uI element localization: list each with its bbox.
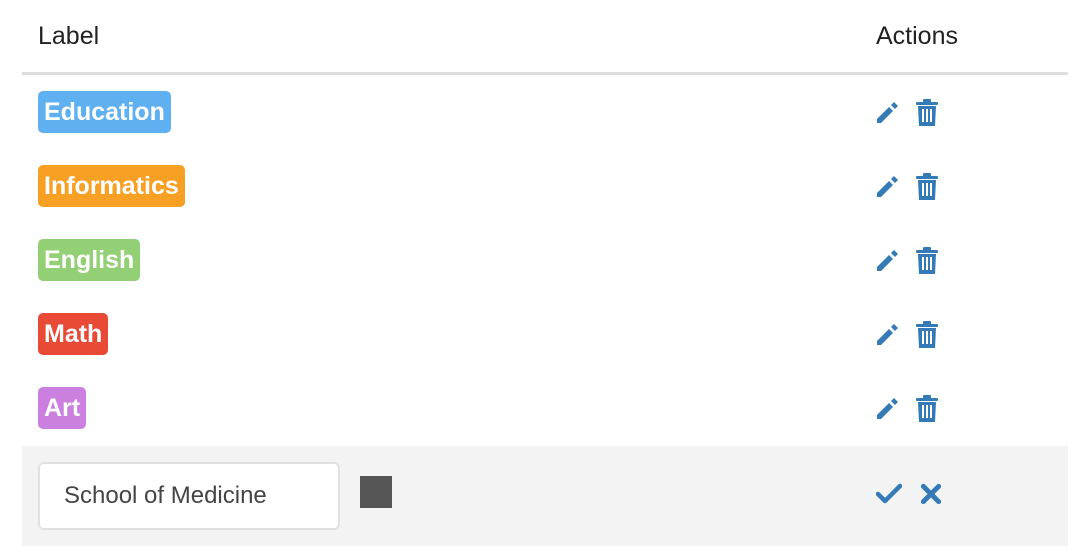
trash-icon[interactable]	[914, 173, 940, 201]
trash-icon[interactable]	[914, 99, 940, 127]
label-column-header: Label	[38, 22, 100, 50]
row-actions	[874, 173, 940, 201]
check-icon[interactable]	[876, 482, 902, 506]
close-icon[interactable]	[918, 482, 944, 506]
trash-icon[interactable]	[914, 321, 940, 349]
trash-icon[interactable]	[914, 247, 940, 275]
pencil-icon[interactable]	[874, 173, 900, 201]
edit-row-actions	[876, 482, 944, 506]
color-picker-swatch[interactable]	[360, 476, 392, 508]
table-row: English	[22, 223, 1068, 297]
pencil-icon[interactable]	[874, 321, 900, 349]
table-row: Math	[22, 297, 1068, 371]
row-actions	[874, 247, 940, 275]
labels-table: Label Actions Education Informatics Engl…	[22, 0, 1068, 546]
pencil-icon[interactable]	[874, 395, 900, 423]
row-actions	[874, 99, 940, 127]
row-actions	[874, 321, 940, 349]
label-tag: Education	[38, 91, 171, 133]
pencil-icon[interactable]	[874, 99, 900, 127]
table-header: Label Actions	[22, 0, 1068, 75]
actions-column-header: Actions	[876, 22, 958, 50]
label-tag: Informatics	[38, 165, 185, 207]
table-row: Informatics	[22, 149, 1068, 223]
new-label-row	[22, 446, 1068, 546]
table-body: Education Informatics English Math Art	[22, 75, 1068, 445]
table-row: Art	[22, 371, 1068, 445]
label-name-input[interactable]	[38, 462, 340, 530]
label-tag: English	[38, 239, 141, 281]
label-tag: Math	[38, 313, 109, 355]
table-row: Education	[22, 75, 1068, 149]
row-actions	[874, 395, 940, 423]
label-tag: Art	[38, 387, 87, 429]
pencil-icon[interactable]	[874, 247, 900, 275]
trash-icon[interactable]	[914, 395, 940, 423]
